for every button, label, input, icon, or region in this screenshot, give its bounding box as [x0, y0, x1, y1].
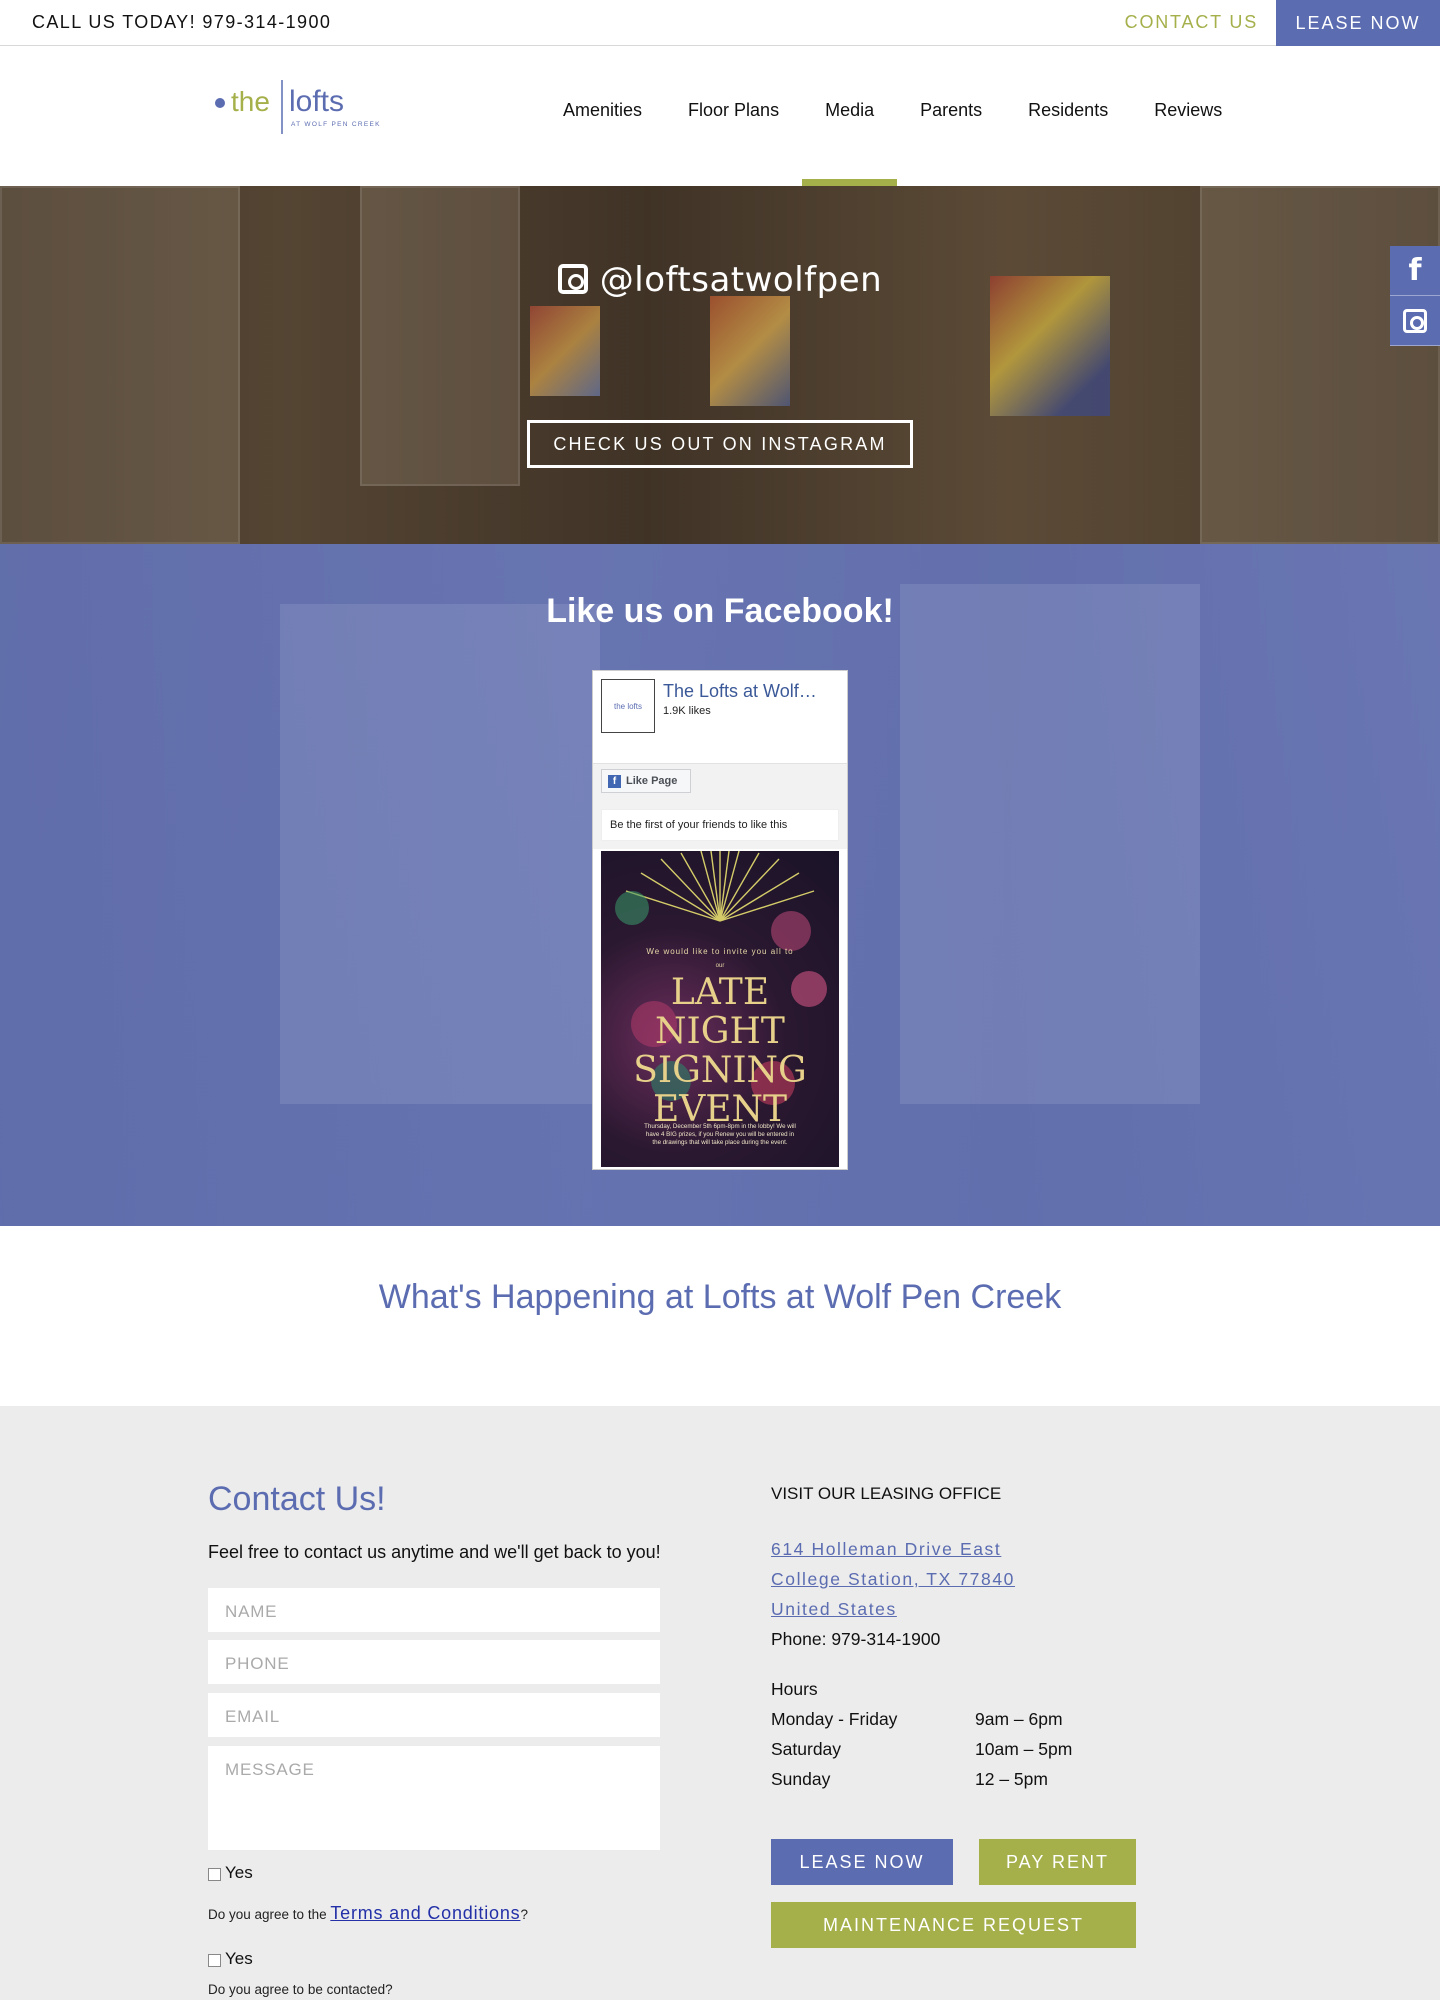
address-line[interactable]: 614 Holleman Drive East [771, 1534, 1191, 1564]
site-logo[interactable]: the lofts AT WOLF PEN CREEK [213, 76, 403, 136]
phone-field[interactable]: PHONE [208, 1640, 660, 1684]
social-sidebar: f [1390, 246, 1440, 346]
facebook-post-image[interactable]: We would like to invite you all to our L… [601, 851, 839, 1167]
facebook-page-name[interactable]: The Lofts at Wolf… [663, 681, 843, 702]
contact-lead: Feel free to contact us anytime and we'l… [208, 1542, 661, 1562]
call-us-text: CALL US TODAY! 979-314-1900 [32, 12, 332, 32]
post-headline: LATE NIGHT SIGNING EVENT [601, 973, 839, 1129]
facebook-page-logo[interactable]: the lofts [601, 679, 655, 733]
hours-row: Saturday 10am – 5pm [771, 1734, 1191, 1764]
nav-item-parents[interactable]: Parents [897, 100, 1005, 121]
bokeh-light [615, 891, 649, 925]
site-header: the lofts AT WOLF PEN CREEK Amenities Fl… [0, 46, 1440, 187]
logo-text-main: the [231, 86, 270, 117]
agree-contact-text: Do you agree to be contacted? [208, 1982, 393, 1997]
checkbox-label: Yes [225, 1863, 253, 1882]
top-bar: CALL US TODAY! 979-314-1900 CONTACT US L… [0, 0, 1440, 47]
instagram-handle[interactable]: @loftsatwolfpen [0, 260, 1440, 300]
name-field[interactable]: NAME [208, 1588, 660, 1632]
facebook-section: Like us on Facebook! the lofts The Lofts… [0, 544, 1440, 1226]
contact-title: Contact Us! [208, 1480, 386, 1518]
nav-item-media[interactable]: Media [802, 100, 898, 187]
address-line[interactable]: United States [771, 1594, 1191, 1624]
post-invite-text: We would like to invite you all to [646, 947, 794, 956]
facebook-like-page-button[interactable]: f Like Page [601, 769, 691, 793]
hours-time: 12 – 5pm [975, 1769, 1048, 1789]
like-page-label: Like Page [626, 775, 678, 787]
instagram-social-button[interactable] [1390, 296, 1440, 346]
message-field[interactable]: MESSAGE [208, 1746, 660, 1850]
maintenance-request-button[interactable]: MAINTENANCE REQUEST [771, 1902, 1136, 1948]
post-details: Thursday, December 5th 6pm-8pm in the lo… [644, 1123, 796, 1146]
checkbox-label: Yes [225, 1949, 253, 1968]
terms-link[interactable]: Terms and Conditions [330, 1903, 520, 1923]
instagram-icon [1403, 308, 1427, 333]
facebook-friends-text: Be the first of your friends to like thi… [601, 809, 839, 841]
hours-row: Monday - Friday 9am – 6pm [771, 1704, 1191, 1734]
wall-art [710, 296, 790, 406]
checkbox-box[interactable] [208, 1868, 221, 1881]
facebook-likes-count: 1.9K likes [663, 705, 711, 717]
hours-heading: Hours [771, 1679, 818, 1699]
email-field[interactable]: EMAIL [208, 1693, 660, 1737]
facebook-icon: f [608, 774, 621, 788]
happening-section: What's Happening at Lofts at Wolf Pen Cr… [0, 1226, 1440, 1406]
lease-now-button[interactable]: LEASE NOW [1276, 0, 1440, 47]
background-window [900, 584, 1200, 1104]
checkbox-box[interactable] [208, 1954, 221, 1967]
terms-checkbox[interactable]: Yes [208, 1863, 253, 1883]
instagram-icon [557, 264, 588, 294]
headline-line: NIGHT [655, 1011, 785, 1052]
office-heading: VISIT OUR LEASING OFFICE [771, 1484, 1002, 1503]
happening-title: What's Happening at Lofts at Wolf Pen Cr… [378, 1278, 1062, 1316]
pay-rent-button[interactable]: PAY RENT [979, 1839, 1136, 1885]
nav-item-reviews[interactable]: Reviews [1131, 100, 1245, 121]
office-address: 614 Holleman Drive East College Station,… [771, 1534, 1191, 1624]
contact-consent-checkbox[interactable]: Yes [208, 1949, 253, 1969]
hours-time: 10am – 5pm [975, 1739, 1073, 1759]
office-phone: Phone: 979-314-1900 [771, 1629, 941, 1649]
facebook-page-widget[interactable]: the lofts The Lofts at Wolf… 1.9K likes … [592, 670, 848, 1170]
address-line[interactable]: College Station, TX 77840 [771, 1564, 1191, 1594]
facebook-icon[interactable]: f [1390, 246, 1440, 296]
svg-text:lofts: lofts [289, 85, 344, 118]
nav-item-floor-plans[interactable]: Floor Plans [665, 100, 802, 121]
post-our-text: our [715, 963, 725, 969]
instagram-section: @loftsatwolfpen CHECK US OUT ON INSTAGRA… [0, 186, 1440, 544]
agree-terms-suffix: ? [520, 1907, 528, 1922]
hours-day: Monday - Friday [771, 1709, 898, 1729]
contact-us-link[interactable]: CONTACT US [1125, 12, 1258, 33]
agree-terms-text: Do you agree to the Terms and Conditions… [208, 1903, 528, 1924]
headline-line: LATE [670, 972, 770, 1013]
headline-line: SIGNING [633, 1050, 807, 1091]
hours-row: Sunday 12 – 5pm [771, 1764, 1191, 1794]
bokeh-light [771, 911, 811, 951]
agree-terms-prefix: Do you agree to the [208, 1907, 331, 1922]
background-window [0, 186, 240, 544]
nav-item-residents[interactable]: Residents [1005, 100, 1131, 121]
instagram-handle-text: @loftsatwolfpen [599, 260, 883, 300]
background-window [280, 604, 600, 1104]
facebook-title: Like us on Facebook! [546, 592, 894, 630]
wall-art [530, 306, 600, 396]
contact-section: Contact Us! Feel free to contact us anyt… [0, 1406, 1440, 2000]
hours-day: Sunday [771, 1769, 831, 1789]
background-window [360, 186, 520, 486]
leasing-office: VISIT OUR LEASING OFFICE 614 Holleman Dr… [771, 1484, 1191, 1794]
nav-item-amenities[interactable]: Amenities [540, 100, 665, 121]
main-nav: Amenities Floor Plans Media Parents Resi… [540, 100, 1245, 187]
background-window [1200, 186, 1440, 544]
lease-now-button[interactable]: LEASE NOW [771, 1839, 953, 1885]
logo-subtitle: AT WOLF PEN CREEK [291, 121, 381, 128]
hours-time: 9am – 6pm [975, 1709, 1063, 1729]
instagram-button[interactable]: CHECK US OUT ON INSTAGRAM [527, 420, 913, 468]
hours-day: Saturday [771, 1739, 842, 1759]
